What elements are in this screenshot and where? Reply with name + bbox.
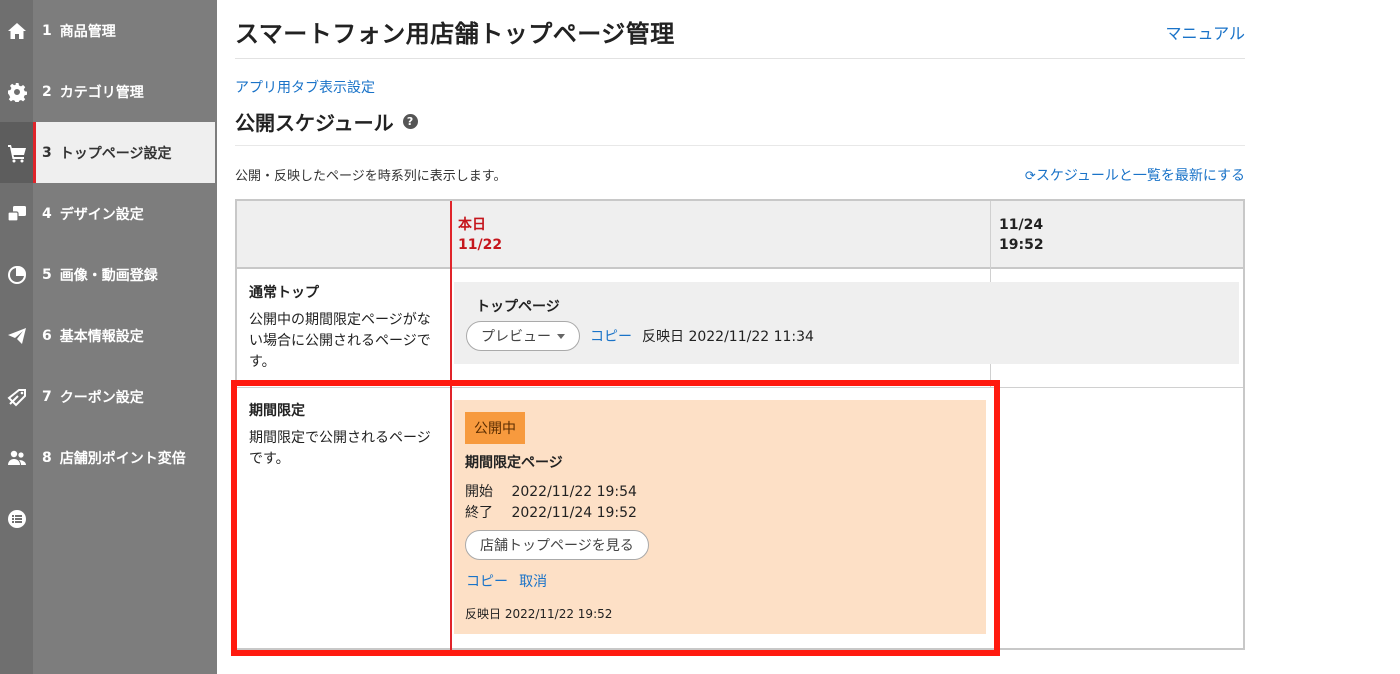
normal-top-heading: 通常トップ [249,285,319,301]
gear-icon[interactable] [0,61,33,122]
sidebar-item-category-management[interactable]: 2 カテゴリ管理 [33,61,217,122]
app-tab-settings-link[interactable]: アプリ用タブ表示設定 [235,77,375,97]
home-icon[interactable] [0,0,33,61]
help-icon[interactable]: ? [402,114,418,129]
sidebar-item-product-management[interactable]: 1 商品管理 [33,0,217,61]
sidebar-item-label: トップページ設定 [59,145,172,162]
sidebar-item-label: 商品管理 [59,23,116,40]
normal-card-title: トップページ [476,299,560,315]
sidebar-item-toppage-settings[interactable]: 3 トップページ設定 [33,122,215,183]
cart-icon[interactable] [0,122,33,183]
sidebar-item-label: 画像・動画登録 [59,267,158,284]
paper-plane-icon[interactable] [0,305,33,366]
sidebar-item-number: 8 [42,449,52,466]
reflected-date: 反映日 2022/11/22 11:34 [642,329,814,345]
sidebar-item-label: クーポン設定 [59,389,144,406]
sidebar-item-label: 基本情報設定 [59,328,144,345]
sidebar-item-label: デザイン設定 [59,206,144,223]
normal-top-description: 公開中の期間限定ページがない場合に公開されるページです。 [249,312,431,370]
sidebar-item-number: 5 [42,266,52,283]
today-label: 本日 [458,217,486,233]
future-time: 19:52 [999,237,1044,253]
chevron-down-icon [557,333,565,339]
normal-top-card: トップページ プレビュー コピー 反映日 2022/11/22 11:34 [454,282,1239,364]
sidebar-item-number: 2 [42,83,52,100]
future-column-header: 11/24 19:52 [999,215,1044,255]
preview-button-label: プレビュー [481,329,551,345]
sidebar-item-store-points[interactable]: 8 店舗別ポイント変倍 [33,427,217,488]
sidebar-menu: 1 商品管理 2 カテゴリ管理 3 トップページ設定 4 デザイン設定 5 画像… [33,0,217,674]
refresh-label: スケジュールと一覧を最新にする [1035,168,1245,184]
coupon-icon[interactable] [0,366,33,427]
sidebar-item-design-settings[interactable]: 4 デザイン設定 [33,183,217,244]
section-title: 公開スケジュール ? [235,107,418,136]
normal-top-row-label: 通常トップ 公開中の期間限定ページがない場合に公開されるページです。 [249,283,439,373]
refresh-schedule-link[interactable]: ⟳スケジュールと一覧を最新にする [1025,165,1245,185]
divider [235,58,1245,59]
schedule-title: 公開スケジュール [235,111,394,135]
list-icon[interactable] [0,488,33,549]
sidebar-item-basic-info[interactable]: 6 基本情報設定 [33,305,217,366]
today-date: 11/22 [458,237,503,253]
page-title: スマートフォン用店舗トップページ管理 [235,20,675,48]
sidebar-icon-strip [0,0,33,674]
manual-link[interactable]: マニュアル [1165,20,1245,44]
normal-card-actions: プレビュー コピー 反映日 2022/11/22 11:34 [466,321,814,351]
sidebar-item-label: 店舗別ポイント変倍 [59,450,186,467]
sidebar-item-number: 7 [42,388,52,405]
today-column-header: 本日 11/22 [458,215,502,255]
schedule-description: 公開・反映したページを時系列に表示します。 [235,169,507,184]
refresh-icon: ⟳ [1024,169,1036,184]
sidebar-item-number: 3 [42,144,52,161]
grid-header-row [237,201,1243,269]
sidebar-item-label: カテゴリ管理 [59,84,144,101]
sidebar-item-media-upload[interactable]: 5 画像・動画登録 [33,244,217,305]
sidebar-item-coupon-settings[interactable]: 7 クーポン設定 [33,366,217,427]
sidebar-item-number: 4 [42,205,52,222]
design-icon[interactable] [0,183,33,244]
pie-chart-icon[interactable] [0,244,33,305]
highlight-box [231,380,1000,656]
sidebar-item-number: 1 [42,22,52,39]
copy-link[interactable]: コピー [590,326,632,346]
sidebar-item-number: 6 [42,327,52,344]
divider [235,145,1245,146]
future-date: 11/24 [999,217,1044,233]
users-icon[interactable] [0,427,33,488]
preview-dropdown-button[interactable]: プレビュー [466,321,580,351]
